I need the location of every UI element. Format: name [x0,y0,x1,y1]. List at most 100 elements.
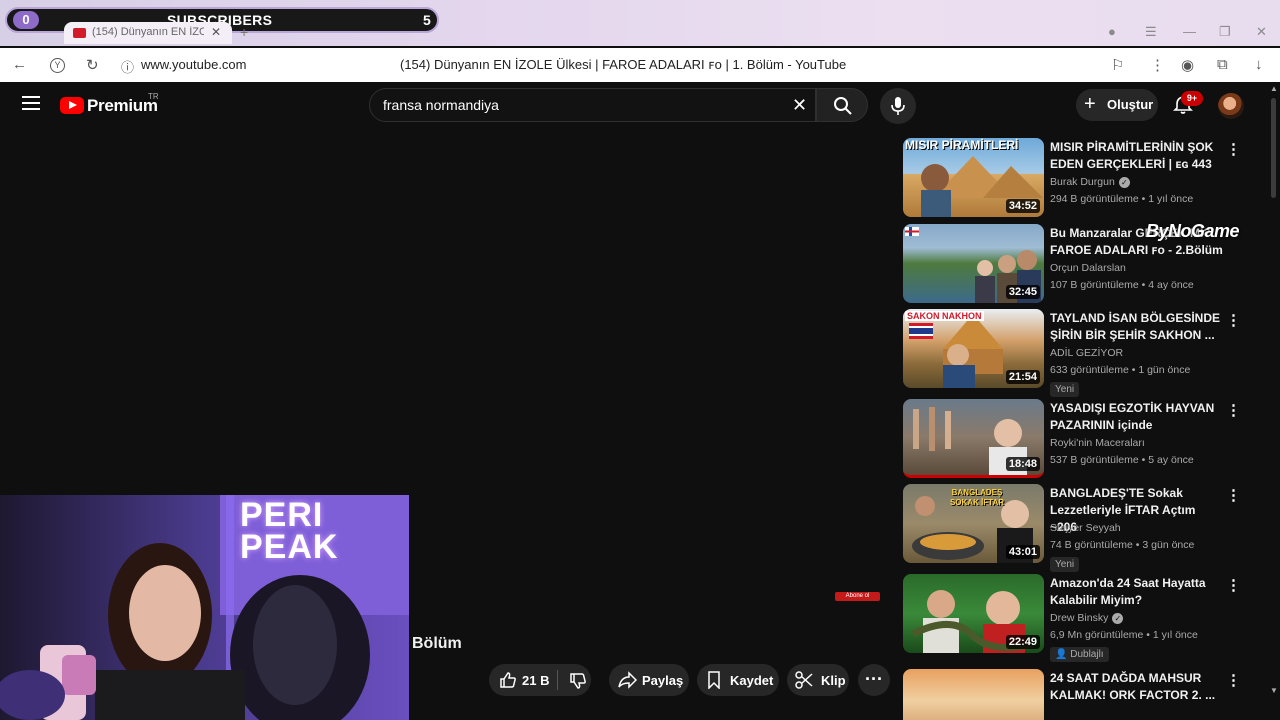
thumbnail-text: MISIR PİRAMİTLERİ [905,138,1019,152]
restore-icon[interactable]: ❐ [1219,24,1231,40]
duration: 34:52 [1005,199,1040,213]
yandex-icon[interactable]: Y [50,58,65,73]
video-title[interactable]: MISIR PİRAMİTLERİNİN ŞOK EDEN GERÇEKLERİ… [1050,139,1225,173]
video-meta: 6,9 Mn görüntüleme • 1 yıl önce [1050,629,1198,641]
verified-icon: ✓ [1118,176,1130,188]
duration: 18:48 [1005,457,1040,471]
recommendation-item[interactable]: MISIR PİRAMİTLERİ 34:52 MISIR PİRAMİTLER… [903,138,1253,218]
recommendation-item[interactable]: SAKON NAKHON 21:54 TAYLAND İSAN BÖLGESİN… [903,309,1253,397]
video-thumbnail[interactable] [903,669,1044,720]
recommendation-item[interactable]: 18:48 YASADIŞI EGZOTİK HAYVAN PAZARININ … [903,399,1253,479]
site-info-icon[interactable]: ⓘ [121,57,134,76]
reload-icon[interactable]: ↻ [86,56,99,74]
video-title[interactable]: TAYLAND İSAN BÖLGESİNDE ŞİRİN BİR ŞEHİR … [1050,310,1225,344]
channel-name[interactable]: Drew Binsky ✓ [1050,612,1124,624]
avatar[interactable] [1218,93,1244,119]
scrollbar-thumb[interactable] [1271,98,1276,198]
subscriber-count-left: 0 [13,11,39,29]
scroll-up-icon[interactable]: ▲ [1270,84,1278,93]
video-thumbnail[interactable]: 22:49 [903,574,1044,653]
voice-search-button[interactable] [880,88,916,124]
extensions-icon[interactable]: ⧉ [1217,56,1228,73]
save-icon [708,671,720,689]
recommendation-item[interactable]: BANGLADEŞ SOKAK İFTAR 43:01 BANGLADEŞ'TE… [903,484,1253,572]
new-badge: Yeni [1050,382,1080,397]
video-title: Bölüm [412,635,462,652]
share-icon [618,671,638,689]
more-options-icon[interactable]: ⋮ [1226,140,1241,158]
youtube-logo-icon[interactable] [60,97,84,114]
more-options-icon[interactable]: ⋮ [1226,671,1241,689]
recommendation-item[interactable]: 22:49 Amazon'da 24 Saat Hayatta Kalabili… [903,574,1253,662]
save-label: Kaydet [730,673,774,688]
thumbnail-text: SAKON NAKHON [905,311,984,321]
hamburger-menu-icon[interactable] [22,96,40,110]
subscribe-badge[interactable]: Abone ol [835,592,880,601]
duration: 21:54 [1005,370,1040,384]
media-icon[interactable]: ◉ [1181,56,1194,74]
search-button[interactable] [816,88,868,122]
browser-tab-bar: 0 SUBSCRIBERS 5 (154) Dünyanın EN İZOLE … [0,0,1280,46]
bookmark-icon[interactable]: ⚐ [1111,56,1124,74]
people-icon: 👤 [1055,649,1071,660]
subscriber-count-right: 5 [423,12,431,28]
browser-tab[interactable]: (154) Dünyanın EN İZOLE ✕ [64,22,232,44]
more-actions-button[interactable]: ··· [858,664,890,696]
search-input[interactable]: fransa normandiya ✕ [369,88,816,122]
channel-name[interactable]: ADİL GEZİYOR [1050,347,1123,359]
more-options-icon[interactable]: ⋮ [1226,311,1241,329]
new-badge: Yeni [1050,557,1080,572]
video-title[interactable]: Amazon'da 24 Saat Hayatta Kalabilir Miyi… [1050,575,1225,609]
address-bar: ← Y ↻ ⓘ www.youtube.com (154) Dünyanın E… [0,48,1280,82]
clear-search-icon[interactable]: ✕ [792,95,807,116]
search-icon [834,97,852,115]
menu-icon[interactable]: ☰ [1145,24,1157,40]
channel-name[interactable]: Orçun Dalarslan [1050,262,1126,274]
share-button[interactable]: Paylaş [609,664,689,696]
more-options-icon[interactable]: ⋮ [1226,486,1241,504]
video-title[interactable]: 24 SAAT DAĞDA MAHSUR KALMAK! ORK FACTOR … [1050,670,1225,704]
channel-name[interactable]: Royki'nin Maceraları [1050,437,1145,449]
recommendation-item[interactable]: 24 SAAT DAĞDA MAHSUR KALMAK! ORK FACTOR … [903,669,1253,720]
channel-name[interactable]: Stajyer Seyyah [1050,522,1121,534]
download-icon[interactable]: ↓ [1255,56,1263,73]
verified-icon: ✓ [1112,612,1124,624]
create-button[interactable]: + Oluştur [1076,89,1158,121]
video-thumbnail[interactable]: 18:48 [903,399,1044,478]
channel-name[interactable]: Burak Durgun ✓ [1050,176,1130,188]
profile-icon[interactable]: ● [1108,24,1116,39]
save-button[interactable]: Kaydet [697,664,779,696]
clip-button[interactable]: Klip [787,664,849,696]
streamer-webcam: PERI PEAK [0,495,409,720]
notification-badge: 9+ [1181,91,1203,106]
video-meta: 74 B görüntüleme • 3 gün önce [1050,539,1195,551]
tab-title: (154) Dünyanın EN İZOLE [92,26,204,38]
more-options-icon[interactable]: ⋮ [1226,576,1241,594]
microphone-icon [891,97,905,115]
duration: 32:45 [1005,285,1040,299]
youtube-favicon-icon [73,28,86,38]
video-thumbnail[interactable]: BANGLADEŞ SOKAK İFTAR 43:01 [903,484,1044,563]
video-title[interactable]: YASADIŞI EGZOTİK HAYVAN PAZARININ içinde [1050,400,1225,434]
url-text[interactable]: www.youtube.com [141,57,247,72]
like-dislike-group: 21 B [489,664,591,696]
video-meta: 107 B görüntüleme • 4 ay önce [1050,279,1194,291]
video-meta: 633 görüntüleme • 1 gün önce [1050,364,1191,376]
youtube-header: Premium TR fransa normandiya ✕ + Oluştur… [0,82,1280,130]
duration: 43:01 [1005,545,1040,559]
tab-close-icon[interactable]: ✕ [211,25,221,39]
minimize-icon[interactable]: — [1183,24,1196,39]
scroll-down-icon[interactable]: ▼ [1270,686,1278,695]
share-label: Paylaş [642,673,684,688]
close-window-icon[interactable]: ✕ [1256,24,1267,40]
more-icon[interactable]: ⋮ [1150,56,1165,74]
like-icon[interactable] [499,671,517,689]
video-thumbnail[interactable]: 32:45 [903,224,1044,303]
video-thumbnail[interactable]: SAKON NAKHON 21:54 [903,309,1044,388]
new-tab-icon[interactable]: + [240,24,248,40]
dislike-icon[interactable] [569,672,587,690]
video-thumbnail[interactable]: MISIR PİRAMİTLERİ 34:52 [903,138,1044,217]
dubbed-badge: 👤 Dublajlı [1050,647,1109,662]
more-options-icon[interactable]: ⋮ [1226,401,1241,419]
back-icon[interactable]: ← [12,56,27,73]
